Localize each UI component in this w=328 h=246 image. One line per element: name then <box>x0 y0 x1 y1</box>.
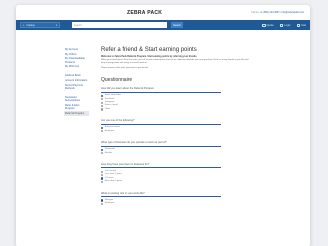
radio-option-label: Other <box>104 107 111 110</box>
question-label: Are you one of the following? <box>101 119 135 123</box>
radio-option[interactable]: More than 5 years <box>101 180 302 184</box>
quote-icon <box>262 23 266 27</box>
sidebar-group: My Account My Orders My Downloadable Pro… <box>64 47 89 69</box>
question-label: How long have your been in business for? <box>101 162 150 166</box>
radio-option-label: Employee <box>104 202 115 205</box>
search-button[interactable]: Search <box>171 22 183 28</box>
question-divider <box>101 91 221 93</box>
site-logo[interactable]: ZEBRA PACK <box>127 10 162 16</box>
radio-button[interactable] <box>101 130 104 133</box>
question-block: What type of business do you operate or … <box>101 141 302 155</box>
question-block: Are you one of the following? Business ow… <box>101 119 302 133</box>
sidebar-item-newsletter[interactable]: Newsletter Subscriptions <box>64 95 89 103</box>
sidebar-item-payment-methods[interactable]: Stored Payment Methods <box>64 83 89 91</box>
question-label: How did you learn about the Referral Pro… <box>101 87 154 90</box>
search-input[interactable]: Search... <box>72 22 167 28</box>
radio-button[interactable] <box>101 170 104 173</box>
chevron-down-icon: ▾ <box>55 23 57 27</box>
question-block: How long have your been in business for?… <box>101 163 302 184</box>
radio-option-label: Retailer <box>104 151 113 154</box>
radio-option[interactable]: Employee <box>101 130 302 133</box>
nav-link-label: Cart <box>301 23 306 27</box>
cart-icon <box>296 23 301 27</box>
nav-link-quote[interactable]: Quote <box>262 23 274 27</box>
radio-option[interactable]: Other <box>101 108 302 111</box>
radio-button[interactable] <box>101 152 104 155</box>
radio-option[interactable]: Retailer <box>101 152 302 155</box>
sidebar-item-refer-earn[interactable]: Refer & Earn Program <box>64 103 89 111</box>
question-divider <box>101 123 221 125</box>
category-select[interactable]: ≡ Catalog ▾ <box>20 22 60 28</box>
contact-info: Call us: +1 (800) 123-4567 | info@zebrap… <box>251 11 304 14</box>
radio-button[interactable] <box>101 177 104 180</box>
intro-paragraph-2: Please answer a few quick questions to g… <box>101 67 149 69</box>
nav-link-label: Login <box>284 23 291 27</box>
contact-phone[interactable]: +1 (800) 123-4567 <box>260 11 280 14</box>
nav-link-cart[interactable]: Cart <box>296 23 306 27</box>
contact-email[interactable]: info@zebrapack.com <box>282 11 305 14</box>
question-label: What type of business do you operate or … <box>101 141 167 145</box>
nav-link-label: Quote <box>266 23 274 27</box>
category-select-value: Catalog <box>26 23 35 27</box>
account-sidebar: My Account My Orders My Downloadable Pro… <box>64 47 89 214</box>
radio-button[interactable] <box>101 202 104 205</box>
radio-option[interactable]: Employee <box>101 202 302 205</box>
radio-button[interactable] <box>101 108 104 111</box>
sidebar-item-downloadable[interactable]: My Downloadable Products <box>64 57 89 65</box>
intro-paragraph: When your friend places their first orde… <box>101 59 249 64</box>
radio-button[interactable] <box>101 180 104 184</box>
radio-button[interactable] <box>101 101 104 104</box>
sidebar-group: Newsletter Subscriptions Refer & Earn Pr… <box>64 95 89 116</box>
contact-prefix: Call us: <box>251 11 260 14</box>
radio-option-label: Employee <box>104 129 115 132</box>
questionnaire-title: Questionnaire <box>101 77 133 83</box>
question-block: How did you learn about the Referral Pro… <box>101 87 302 111</box>
nav-link-login[interactable]: Login <box>279 23 291 27</box>
user-icon <box>279 23 284 27</box>
page-content: My Account My Orders My Downloadable Pro… <box>16 30 310 214</box>
question-divider <box>101 145 221 147</box>
top-bar: ZEBRA PACK Call us: +1 (800) 123-4567 | … <box>16 5 310 20</box>
question-block: What is existing role in your work-life?… <box>101 192 302 206</box>
main-content: Refer a friend & Start earning points We… <box>89 47 302 214</box>
page-title: Refer a friend & Start earning points <box>101 47 197 53</box>
page-window: ZEBRA PACK Call us: +1 (800) 123-4567 | … <box>16 5 310 246</box>
radio-button[interactable] <box>101 199 104 202</box>
questionnaire: How did you learn about the Referral Pro… <box>101 87 302 206</box>
sidebar-item-referral-program[interactable]: Referral Program <box>64 110 89 116</box>
main-navbar: ≡ Catalog ▾ Search... Search Quote Login… <box>16 20 310 30</box>
question-divider <box>101 167 221 169</box>
question-divider <box>101 196 221 197</box>
radio-option-label: More than 5 years <box>104 180 123 183</box>
menu-icon: ≡ <box>23 23 25 27</box>
sidebar-group: Address Book Account Information Stored … <box>64 73 89 91</box>
sidebar-item-wish-list[interactable]: My Wish List <box>64 65 89 70</box>
nav-links: Quote Login Cart <box>262 23 306 27</box>
question-label: What is existing role in your work-life? <box>101 191 145 195</box>
